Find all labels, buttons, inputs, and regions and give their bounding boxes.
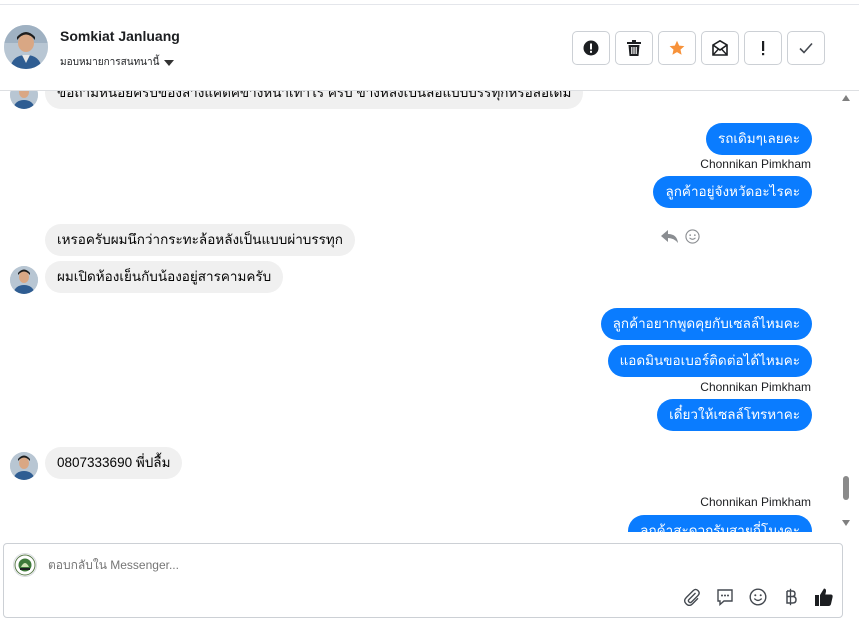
alert-circle-icon bbox=[583, 40, 599, 56]
scroll-thumb[interactable] bbox=[843, 476, 849, 500]
reply-composer bbox=[3, 543, 843, 618]
contact-avatar-small bbox=[10, 452, 38, 480]
sender-name: Chonnikan Pimkham bbox=[700, 157, 811, 171]
message-bubble-outgoing[interactable]: ลูกค้าอยากพูดคุยกับเซลล์ไหมคะ bbox=[600, 308, 812, 340]
message-bubble-outgoing[interactable]: เดี๋ยวให้เซลล์โทรหาคะ bbox=[657, 399, 812, 431]
delete-button[interactable] bbox=[615, 31, 653, 65]
contact-name[interactable]: Somkiat Janluang bbox=[60, 28, 180, 44]
done-button[interactable] bbox=[787, 31, 825, 65]
emoji-react-icon[interactable] bbox=[685, 229, 700, 244]
header-actions bbox=[572, 31, 825, 65]
conversation-header: Somkiat Janluang มอบหมายการสนทนานี้ bbox=[0, 0, 859, 91]
message-bubble-outgoing[interactable]: รถเดิมๆเลยคะ bbox=[705, 123, 812, 155]
saved-replies-button[interactable] bbox=[715, 587, 735, 607]
important-button[interactable] bbox=[744, 31, 782, 65]
emoji-button[interactable] bbox=[748, 587, 768, 607]
message-bubble-incoming[interactable]: 0807333690 พี่ปลื้ม bbox=[45, 447, 183, 479]
sender-name: Chonnikan Pimkham bbox=[700, 495, 811, 509]
sender-name: Chonnikan Pimkham bbox=[700, 380, 811, 394]
attach-button[interactable] bbox=[682, 587, 702, 607]
page-avatar bbox=[13, 553, 37, 577]
assign-label: มอบหมายการสนทนานี้ bbox=[60, 57, 160, 68]
like-button[interactable] bbox=[814, 587, 834, 607]
reply-icon[interactable] bbox=[661, 229, 679, 244]
message-actions bbox=[661, 229, 700, 244]
star-icon bbox=[669, 40, 685, 55]
reply-input[interactable] bbox=[48, 558, 648, 572]
mark-unread-button[interactable] bbox=[701, 31, 739, 65]
spam-button[interactable] bbox=[572, 31, 610, 65]
message-bubble-outgoing[interactable]: แอดมินขอเบอร์ติดต่อได้ไหมคะ bbox=[607, 345, 812, 377]
message-bubble-incoming[interactable]: ข้อถามหน่อยครับของล้างแคตค์ข้างหน้าเท่าไ… bbox=[45, 91, 584, 109]
star-button[interactable] bbox=[658, 31, 696, 65]
thumbs-up-icon bbox=[815, 588, 833, 606]
trash-icon bbox=[627, 40, 641, 56]
baht-icon bbox=[786, 588, 797, 606]
composer-tools bbox=[682, 587, 834, 607]
message-thread[interactable]: ข้อถามหน่อยครับของล้างแคตค์ข้างหน้าเท่าไ… bbox=[0, 91, 840, 532]
header-divider bbox=[0, 4, 859, 5]
envelope-icon bbox=[712, 40, 728, 56]
contact-avatar[interactable] bbox=[4, 25, 48, 69]
message-bubble-incoming[interactable]: ผมเปิดห้องเย็นกับน้องอยู่สารคามครับ bbox=[45, 261, 284, 293]
scroll-up-arrow-icon[interactable] bbox=[842, 95, 850, 101]
exclamation-icon bbox=[762, 41, 765, 56]
caret-down-icon bbox=[164, 59, 175, 66]
checkmark-icon bbox=[799, 42, 813, 54]
emoji-icon bbox=[749, 588, 767, 606]
paperclip-icon bbox=[683, 588, 700, 606]
assign-conversation-dropdown[interactable]: มอบหมายการสนทนานี้ bbox=[60, 55, 175, 70]
thread-scrollbar[interactable] bbox=[840, 91, 852, 532]
scroll-down-arrow-icon[interactable] bbox=[842, 520, 850, 526]
message-bubble-outgoing[interactable]: ลูกค้าอยู่จังหวัดอะไรคะ bbox=[653, 176, 812, 208]
message-bubble-incoming[interactable]: เหรอครับผมนึกว่ากระทะล้อหลังเป็นแบบผ่าบร… bbox=[45, 224, 355, 256]
contact-avatar-small bbox=[10, 91, 38, 109]
contact-avatar-small bbox=[10, 266, 38, 294]
saved-reply-icon bbox=[717, 589, 733, 606]
message-bubble-outgoing[interactable]: ลูกค้าสะดวกรับสายกี่โมงคะ bbox=[628, 515, 812, 532]
payment-button[interactable] bbox=[781, 587, 801, 607]
